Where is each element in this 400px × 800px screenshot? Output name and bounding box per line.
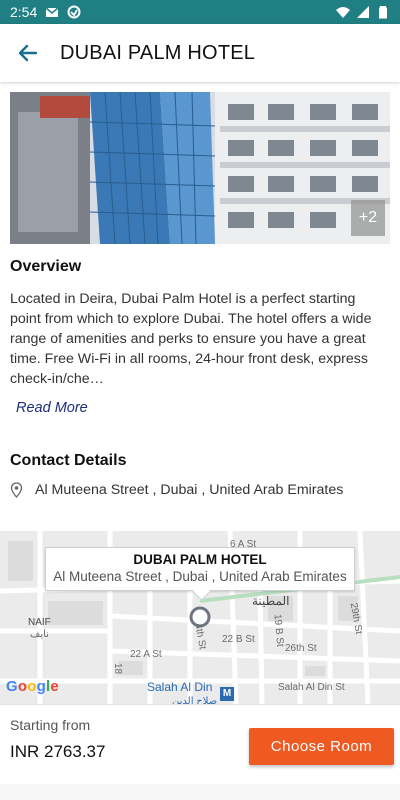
- google-logo-letter: o: [17, 678, 28, 695]
- map-label-metro-arabic: صلاح الدين: [172, 696, 218, 704]
- google-logo-letter: o: [27, 678, 37, 695]
- google-logo-letter: g: [36, 678, 46, 695]
- map-label-area: NAIF: [28, 617, 51, 628]
- address-text: Al Muteena Street , Dubai , United Arab …: [35, 482, 344, 498]
- map-label-street: 18: [112, 662, 124, 675]
- hotel-map[interactable]: 6 A St المطينة 29th St NAIF نايف 22 B St…: [0, 531, 400, 704]
- map-info-window[interactable]: DUBAI PALM HOTEL Al Muteena Street , Dub…: [45, 547, 355, 591]
- map-label-area-arabic: المطينة: [252, 594, 290, 608]
- overview-heading: Overview: [10, 258, 82, 275]
- wifi-icon: [336, 7, 350, 18]
- map-label-street: 22 B St: [222, 634, 255, 645]
- battery-icon: [379, 6, 387, 19]
- more-photos-badge[interactable]: +2: [351, 200, 385, 236]
- hotel-building-image: [10, 92, 390, 244]
- sync-icon: [67, 5, 81, 19]
- price-value: INR 2763.37: [10, 742, 106, 761]
- metro-icon: M: [220, 687, 234, 701]
- address-row: Al Muteena Street , Dubai , United Arab …: [10, 482, 343, 498]
- map-label-street: 26th St: [285, 643, 317, 654]
- gmail-icon: [45, 7, 59, 17]
- back-button[interactable]: [0, 24, 56, 82]
- read-more-link[interactable]: Read More: [16, 400, 88, 416]
- status-bar: 2:54: [0, 0, 400, 24]
- arrow-left-icon: [18, 44, 38, 62]
- overview-description: Located in Deira, Dubai Palm Hotel is a …: [10, 291, 372, 387]
- booking-bar: Starting from INR 2763.37 Choose Room: [0, 704, 400, 784]
- map-label-street: 22 A St: [130, 649, 162, 660]
- price-label: Starting from: [10, 717, 91, 733]
- map-label-metro: Salah Al Din: [147, 680, 213, 694]
- map-callout-address: Al Muteena Street , Dubai , United Arab …: [53, 569, 347, 584]
- map-label-street: Salah Al Din St: [278, 682, 345, 693]
- location-pin-icon: [10, 482, 23, 498]
- choose-room-button[interactable]: Choose Room: [249, 728, 394, 765]
- contact-heading: Contact Details: [10, 452, 127, 469]
- map-callout-title: DUBAI PALM HOTEL: [133, 552, 267, 567]
- hotel-photo[interactable]: +2: [10, 92, 390, 244]
- page-title: DUBAI PALM HOTEL: [60, 41, 256, 64]
- map-label-area-arabic: نايف: [30, 629, 49, 640]
- google-logo: Google: [6, 678, 59, 695]
- status-time: 2:54: [10, 4, 38, 20]
- system-nav-bar: [0, 784, 400, 800]
- google-logo-letter: G: [6, 678, 18, 695]
- cellular-icon: [357, 6, 369, 18]
- google-logo-letter: e: [50, 678, 59, 695]
- app-bar: DUBAI PALM HOTEL: [0, 24, 400, 82]
